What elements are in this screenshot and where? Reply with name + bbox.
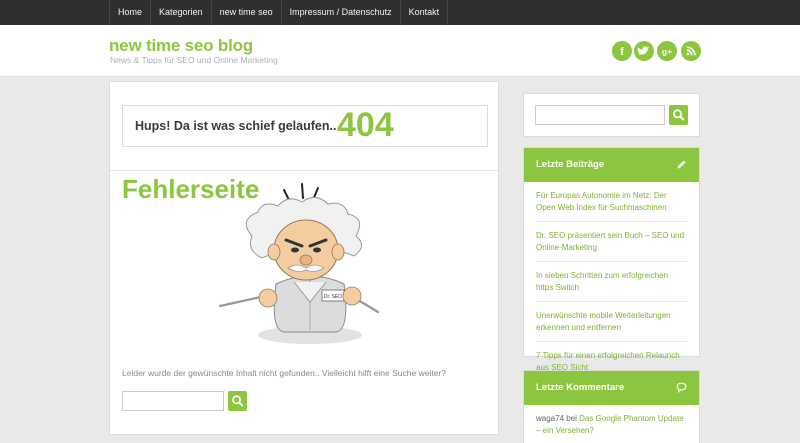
facebook-icon[interactable]: f (612, 41, 632, 61)
svg-text:g+: g+ (662, 47, 672, 57)
top-navigation-bar: Home Kategorien new time seo Impressum /… (0, 0, 800, 25)
recent-comments-header: Letzte Kommentare (524, 371, 699, 405)
dr-seo-illustration: Dr. SEO (218, 183, 380, 344)
recent-comments-title: Letzte Kommentare (536, 382, 625, 393)
list-item[interactable]: Dr. SEO präsentiert sein Buch – SEO und … (536, 222, 687, 262)
list-item[interactable]: In sieben Schritten zum erfolgreichen ht… (536, 262, 687, 302)
not-found-message: Leider wurde der gewünschte Inhalt nicht… (122, 368, 446, 378)
search-icon (673, 109, 685, 121)
recent-posts-title: Letzte Beiträge (536, 159, 605, 170)
nav-item-impressum[interactable]: Impressum / Datenschutz (282, 0, 401, 25)
main-menu: Home Kategorien new time seo Impressum /… (109, 0, 449, 25)
rss-icon[interactable] (681, 41, 701, 61)
error-banner: Hups! Da ist was schief gelaufen.. 404 (122, 105, 488, 147)
search-icon (232, 395, 244, 407)
sidebar-search-input[interactable] (535, 105, 665, 125)
site-title[interactable]: new time seo blog (109, 36, 253, 56)
search-button[interactable] (228, 391, 247, 411)
recent-comments-widget: Letzte Kommentare waga74 bei Das Google … (523, 370, 700, 443)
site-header: new time seo blog News & Tipps für SEO u… (0, 25, 800, 77)
recent-posts-widget: Letzte Beiträge Für Europas Autonomie im… (523, 147, 700, 372)
recent-posts-list: Für Europas Autonomie im Netz: Der Open … (524, 182, 699, 381)
error-message-title: Hups! Da ist was schief gelaufen.. (135, 119, 337, 133)
recent-comments-list: waga74 bei Das Google Phantom Update – e… (524, 405, 699, 443)
sidebar-search-widget (523, 93, 700, 137)
sidebar-search-button[interactable] (669, 105, 688, 125)
nav-item-kontakt[interactable]: Kontakt (401, 0, 449, 25)
list-item: waga74 bei Das Google Phantom Update – e… (536, 405, 687, 443)
badge-label: Dr. SEO (324, 294, 342, 300)
nav-item-kategorien[interactable]: Kategorien (151, 0, 212, 25)
error-code: 404 (337, 106, 394, 144)
twitter-icon[interactable] (634, 41, 654, 61)
nav-item-home[interactable]: Home (110, 0, 152, 25)
list-item[interactable]: Für Europas Autonomie im Netz: Der Open … (536, 182, 687, 222)
divider (110, 170, 498, 171)
googleplus-icon[interactable]: g+ (657, 41, 677, 61)
main-content: Hups! Da ist was schief gelaufen.. 404 F… (109, 81, 499, 435)
search-input[interactable] (122, 391, 224, 411)
site-description: News & Tipps für SEO und Online Marketin… (110, 55, 278, 65)
nav-item-new-time-seo[interactable]: new time seo (212, 0, 282, 25)
svg-text:f: f (620, 46, 624, 58)
speech-bubble-icon (676, 382, 687, 393)
list-item[interactable]: Unerwünschte mobile Weiterleitungen erke… (536, 302, 687, 342)
recent-posts-header: Letzte Beiträge (524, 148, 699, 182)
comment-connector: bei (564, 414, 580, 423)
pencil-icon (677, 160, 686, 169)
comment-author[interactable]: waga74 (536, 414, 564, 423)
